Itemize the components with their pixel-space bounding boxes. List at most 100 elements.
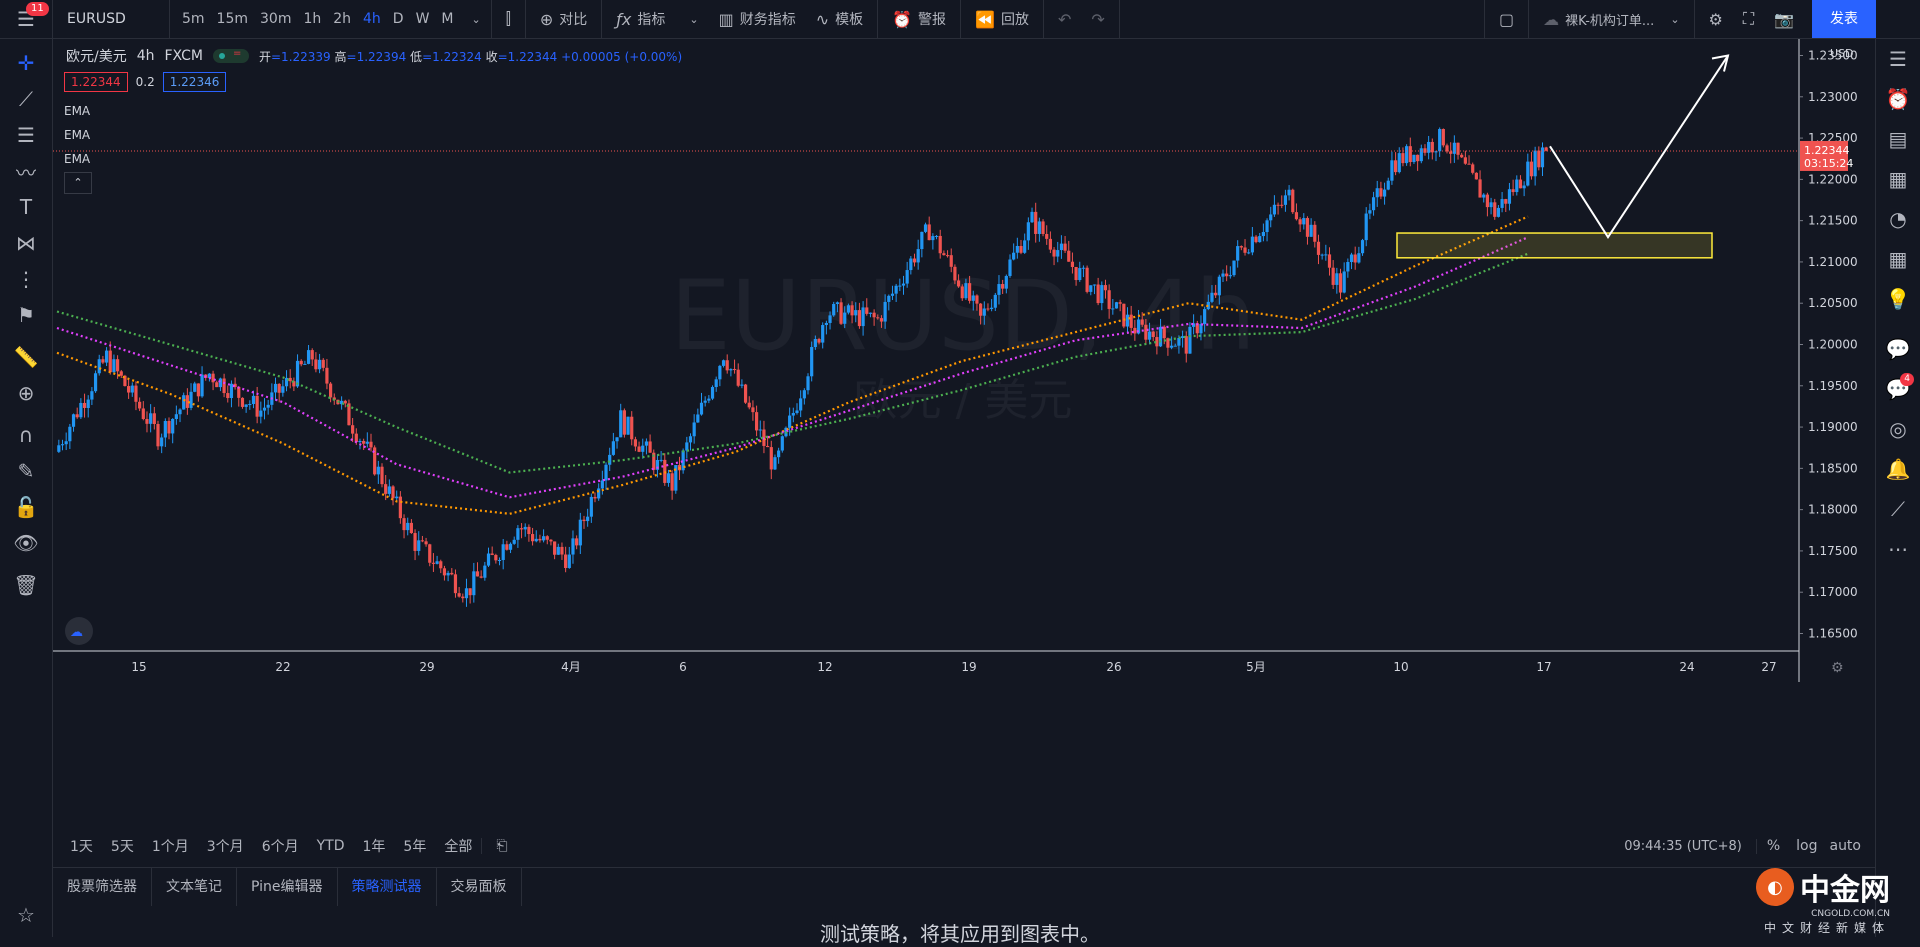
order-panel-icon[interactable]: ⟋ [1876, 489, 1920, 529]
support-zone-box[interactable] [1396, 232, 1713, 259]
percent-toggle[interactable]: % [1757, 838, 1790, 854]
symbol-search[interactable]: EURUSD [53, 0, 170, 38]
redo-button[interactable]: ↷ [1081, 0, 1114, 38]
axis-settings-icon[interactable]: ⚙ [1831, 660, 1844, 676]
notifications-icon[interactable]: 🔔 [1876, 449, 1920, 489]
hotlist-icon[interactable]: ◔ [1876, 199, 1920, 239]
chevron-down-icon[interactable]: ⌄ [466, 13, 487, 26]
candle-body [942, 253, 946, 256]
tab-2[interactable]: Pine编辑器 [237, 868, 338, 906]
stay-drawing-icon[interactable]: ✎ [0, 453, 52, 489]
alert-button[interactable]: ⏰ 警报 [882, 0, 956, 38]
crosshair-icon[interactable]: ✛ [0, 45, 52, 81]
candle-body [1294, 212, 1299, 220]
range-4[interactable]: 6个月 [253, 836, 308, 856]
xabcd-pattern-icon[interactable]: ⋈ [0, 225, 52, 261]
range-3[interactable]: 3个月 [198, 836, 253, 856]
time-tick-label: 26 [1106, 660, 1121, 674]
range-6[interactable]: 1年 [354, 836, 395, 856]
ema-legend-1[interactable]: EMA [64, 104, 90, 118]
trash-icon[interactable]: 🗑 [0, 567, 52, 603]
projection-arrow[interactable] [1549, 54, 1729, 239]
compare-button[interactable]: ⊕ 对比 [530, 0, 597, 38]
tab-0[interactable]: 股票筛选器 [53, 868, 152, 906]
chats-icon[interactable]: 💬 [1876, 329, 1920, 369]
candle-body [1074, 266, 1078, 281]
depth-icon[interactable]: ⋯ [1876, 529, 1920, 569]
market-status-pill[interactable]: = [212, 48, 249, 63]
trendline-icon[interactable]: ⟋ [0, 81, 52, 117]
goto-date-icon[interactable]: ⎗ [481, 838, 516, 854]
candle-body [692, 422, 696, 437]
layout-toggle-button[interactable]: ▢ [1489, 0, 1524, 38]
range-0[interactable]: 1天 [61, 836, 102, 856]
tab-1[interactable]: 文本笔记 [152, 868, 237, 906]
indicators-button[interactable]: ƒx 指标 ⌄ [606, 0, 708, 38]
candle-body [200, 374, 204, 397]
interval-M[interactable]: M [435, 0, 459, 38]
interval-1h[interactable]: 1h [297, 0, 327, 38]
streams-icon[interactable]: ◎ [1876, 409, 1920, 449]
replay-label: 回放 [1000, 12, 1029, 28]
messages-icon[interactable]: 💬 4 [1876, 369, 1920, 409]
candle-body [79, 402, 83, 418]
price-chart[interactable]: EURUSD, 4h欧元 / 美元1.235001.230001.225001.… [53, 39, 1909, 797]
ruler-icon[interactable]: 📏 [0, 339, 52, 375]
clock[interactable]: 09:44:35 (UTC+8) [1615, 838, 1757, 854]
tab-3[interactable]: 策略测试器 [338, 868, 437, 906]
financials-button[interactable]: ▥ 财务指标 [709, 0, 806, 38]
replay-button[interactable]: ⏪ 回放 [965, 0, 1039, 38]
ema-legend-2[interactable]: EMA [64, 128, 90, 142]
range-1[interactable]: 5天 [102, 836, 143, 856]
interval-D[interactable]: D [387, 0, 410, 38]
text-icon[interactable]: T [0, 189, 52, 225]
candle-body [549, 539, 553, 542]
alarm-icon[interactable]: ⏰ [1876, 79, 1920, 119]
flag-icon[interactable]: ⚑ [0, 297, 52, 333]
collapse-legend-button[interactable]: ⌃ [64, 172, 92, 194]
chart-type-button[interactable]: ⫿ [496, 0, 521, 38]
fullscreen-button[interactable]: ⛶ [1733, 0, 1764, 38]
prediction-icon[interactable]: ⋮ [0, 261, 52, 297]
snapshot-button[interactable]: 📷 [1764, 0, 1804, 38]
magnet-icon[interactable]: ∩ [0, 417, 52, 453]
zoom-in-icon[interactable]: ⊕ [0, 375, 52, 411]
calendar-icon[interactable]: ▦ [1876, 239, 1920, 279]
candle-body [457, 593, 461, 597]
tab-4[interactable]: 交易面板 [437, 868, 522, 906]
bid-button[interactable]: 1.22344 [64, 72, 128, 92]
settings-button[interactable]: ⚙ [1699, 0, 1733, 38]
news-icon[interactable]: ▤ [1876, 119, 1920, 159]
publish-button[interactable]: 发表 [1812, 0, 1876, 38]
lock-icon[interactable]: 🔓 [0, 489, 52, 525]
range-2[interactable]: 1个月 [143, 836, 198, 856]
data-window-icon[interactable]: ▦ [1876, 159, 1920, 199]
undo-button[interactable]: ↶ [1048, 0, 1081, 38]
templates-button[interactable]: ∿ 模板 [806, 0, 873, 38]
candle-body [262, 407, 267, 411]
ema-legend-3[interactable]: EMA [64, 152, 90, 166]
range-7[interactable]: 5年 [394, 836, 435, 856]
ask-button[interactable]: 1.22346 [162, 72, 227, 92]
interval-30m[interactable]: 30m [254, 0, 297, 38]
interval-5m[interactable]: 5m [176, 0, 211, 38]
alarm-clock-icon: ⏰ [892, 9, 913, 29]
interval-15m[interactable]: 15m [211, 0, 254, 38]
interval-2h[interactable]: 2h [327, 0, 357, 38]
candle-body [1056, 250, 1060, 257]
layout-select[interactable]: ☁ 裸K-机构订单... ⌄ [1533, 0, 1689, 38]
auto-toggle[interactable]: auto [1823, 838, 1867, 854]
chart-area[interactable]: EURUSD, 4h 欧元 / 美元 1.23500 1.23000 1.22500 1.… [53, 39, 1909, 797]
range-5[interactable]: YTD [308, 838, 354, 854]
horizontal-lines-icon[interactable]: ☰ [0, 117, 52, 153]
log-toggle[interactable]: log [1790, 838, 1823, 854]
ideas-icon[interactable]: 💡 [1876, 279, 1920, 319]
menu-button[interactable]: ☰ 11 [0, 0, 53, 38]
interval-W[interactable]: W [410, 0, 436, 38]
time-tick-label: 4月 [561, 660, 581, 674]
eye-icon[interactable]: 👁 [0, 525, 52, 561]
range-8[interactable]: 全部 [435, 836, 481, 856]
watchlist-icon[interactable]: ☰ [1876, 39, 1920, 79]
interval-4h[interactable]: 4h [357, 0, 387, 38]
pattern-icon[interactable]: 〰 [0, 153, 52, 189]
